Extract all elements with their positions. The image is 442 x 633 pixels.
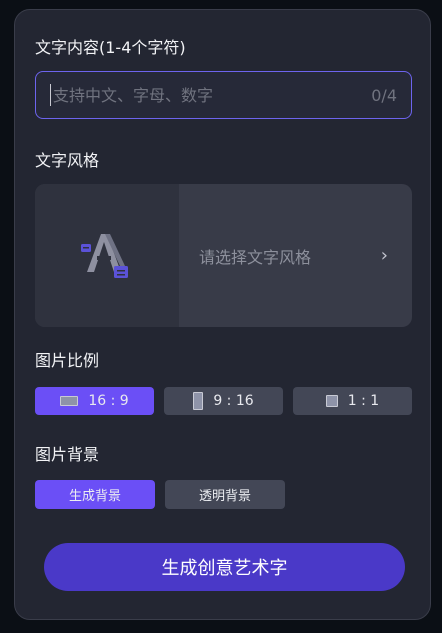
ratio-1-1-button[interactable]: 1 : 1 <box>293 387 412 415</box>
generate-background-button[interactable]: 生成背景 <box>35 480 155 509</box>
text-style-label: 文字风格 <box>35 151 100 170</box>
ratio-16-9-button[interactable]: 16 : 9 <box>35 387 154 415</box>
ratio-16-9-label: 16 : 9 <box>88 393 129 409</box>
text-style-info: 请选择文字风格 › <box>179 184 412 327</box>
image-ratio-options: 16 : 9 9 : 16 1 : 1 <box>35 387 412 415</box>
text-content-input[interactable] <box>53 85 372 105</box>
transparent-background-button[interactable]: 透明背景 <box>165 480 285 509</box>
ratio-1-1-label: 1 : 1 <box>347 393 380 409</box>
chevron-right-icon: › <box>380 245 388 266</box>
text-style-placeholder: 请选择文字风格 <box>199 247 312 267</box>
generate-art-text-button[interactable]: 生成创意艺术字 <box>44 543 405 591</box>
text-content-field[interactable]: 0/4 <box>35 71 412 119</box>
image-background-options: 生成背景 透明背景 <box>35 480 285 509</box>
landscape-ratio-icon <box>60 396 79 406</box>
art-text-panel: 文字内容(1-4个字符) 0/4 文字风格 请选择文字风格 › 图片比例 <box>14 9 431 620</box>
image-background-label: 图片背景 <box>35 445 100 464</box>
text-caret <box>50 84 51 106</box>
ratio-9-16-button[interactable]: 9 : 16 <box>164 387 283 415</box>
image-ratio-label: 图片比例 <box>35 351 100 370</box>
ratio-9-16-label: 9 : 16 <box>213 393 254 409</box>
text-style-selector[interactable]: 请选择文字风格 › <box>35 184 412 327</box>
text-style-thumbnail <box>35 184 179 327</box>
char-counter: 0/4 <box>371 85 397 105</box>
text-content-label: 文字内容(1-4个字符) <box>35 38 186 57</box>
portrait-ratio-icon <box>193 392 204 410</box>
font-style-icon <box>81 233 128 278</box>
square-ratio-icon <box>325 395 338 407</box>
